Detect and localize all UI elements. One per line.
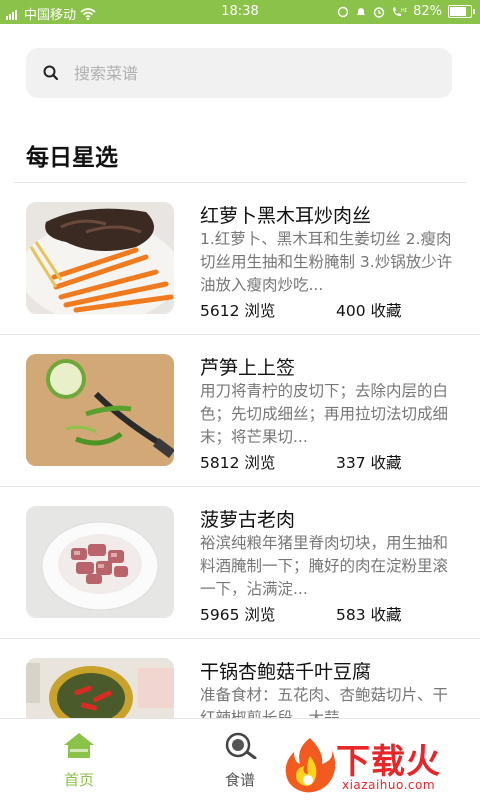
favorite-count: 400 收藏 bbox=[336, 302, 402, 320]
recipe-title: 红萝卜黑木耳炒肉丝 bbox=[200, 205, 372, 227]
recipe-image bbox=[26, 202, 174, 314]
battery-icon bbox=[448, 5, 475, 18]
recipe-title: 菠萝古老肉 bbox=[200, 509, 296, 531]
watermark: 下载火 xiazaihuo.com bbox=[282, 734, 478, 796]
view-count: 5965 浏览 bbox=[200, 606, 276, 624]
recipe-image bbox=[26, 354, 174, 466]
view-count: 5612 浏览 bbox=[200, 302, 276, 320]
favorite-count: 583 收藏 bbox=[336, 606, 402, 624]
view-count: 5812 浏览 bbox=[200, 454, 276, 472]
recipe-item[interactable]: 红萝卜黑木耳炒肉丝 1.红萝卜、黑木耳和生姜切丝 2.瘦肉切丝用生抽和生粉腌制 … bbox=[0, 183, 480, 335]
watermark-text: 下载火 bbox=[336, 742, 441, 782]
favorite-count: 337 收藏 bbox=[336, 454, 402, 472]
recipe-item[interactable]: 菠萝古老肉 裕滨纯粮年猪里脊肉切块，用生抽和料酒腌制一下；腌好的肉在淀粉里滚一下… bbox=[0, 487, 480, 639]
notification-icon bbox=[357, 7, 366, 15]
status-bar: 中国移动 18:38 HD 82% bbox=[0, 0, 480, 24]
tab-recipes-label: 食谱 bbox=[224, 771, 255, 789]
recipe-description: 1.红萝卜、黑木耳和生姜切丝 2.瘦肉切丝用生抽和生粉腌制 3.炒锅放少许油放入… bbox=[200, 230, 453, 294]
svg-text:HD: HD bbox=[401, 8, 407, 14]
tab-home-label: 首页 bbox=[63, 771, 94, 789]
hd-call-icon: HD bbox=[393, 6, 407, 16]
pan-icon bbox=[225, 732, 257, 760]
recipe-title: 芦笋上上签 bbox=[200, 357, 296, 379]
recipe-title: 干锅杏鲍菇千叶豆腐 bbox=[200, 661, 372, 683]
flame-logo-icon bbox=[285, 738, 336, 793]
alarm-icon bbox=[373, 6, 385, 18]
search-bar[interactable] bbox=[26, 48, 452, 98]
recipe-description: 用刀将青柠的皮切下；去除内层的白色；先切成细丝；再用拉切法切成细末；将芒果切..… bbox=[200, 382, 449, 446]
section-title: 每日星选 bbox=[26, 145, 118, 171]
watermark-url: xiazaihuo.com bbox=[342, 778, 436, 792]
recipe-description: 裕滨纯粮年猪里脊肉切块，用生抽和料酒腌制一下；腌好的肉在淀粉里滚一下，沾满淀..… bbox=[200, 534, 449, 598]
search-icon bbox=[43, 65, 59, 81]
tab-home[interactable]: 首页 bbox=[24, 731, 134, 790]
recipe-image bbox=[26, 506, 174, 618]
tab-recipes[interactable]: 食谱 bbox=[185, 731, 295, 790]
recipe-list: 红萝卜黑木耳炒肉丝 1.红萝卜、黑木耳和生姜切丝 2.瘦肉切丝用生抽和生粉腌制 … bbox=[0, 183, 480, 791]
sync-icon bbox=[337, 6, 349, 17]
home-icon bbox=[64, 733, 94, 758]
battery-percent: 82% bbox=[413, 4, 442, 19]
recipe-item[interactable]: 芦笋上上签 用刀将青柠的皮切下；去除内层的白色；先切成细丝；再用拉切法切成细末；… bbox=[0, 335, 480, 487]
search-input[interactable] bbox=[72, 62, 436, 84]
